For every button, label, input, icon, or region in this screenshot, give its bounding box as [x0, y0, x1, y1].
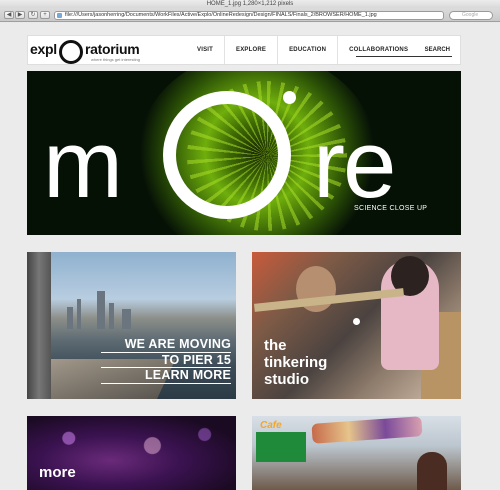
- hero-letter-m: m: [43, 111, 123, 218]
- site-search-button[interactable]: SEARCH: [425, 47, 450, 53]
- tinkering-studio-tile[interactable]: the tinkering studio: [252, 252, 461, 399]
- hero-o-ring-icon: [163, 91, 291, 219]
- nav-explore[interactable]: EXPLORE: [224, 36, 277, 64]
- tinkering-dot-icon: [353, 318, 360, 325]
- skyline-building: [67, 307, 73, 329]
- site-header: expl ratorium where things get interesti…: [27, 35, 461, 65]
- cafe-sign: Cafe: [260, 420, 282, 431]
- site-search-input[interactable]: SEARCH: [356, 47, 452, 57]
- exploratorium-logo[interactable]: expl ratorium where things get interesti…: [30, 40, 160, 64]
- skateboards-image: [311, 416, 423, 444]
- url-bar[interactable]: file:///Users/jasonherring/Documents/Wor…: [54, 11, 444, 20]
- after-dark-tile[interactable]: more: [27, 416, 236, 490]
- hero-subtitle: SCIENCE CLOSE UP: [354, 205, 428, 212]
- back-button[interactable]: ◀: [4, 11, 14, 19]
- person-image: [417, 452, 447, 490]
- forward-button[interactable]: ▶: [15, 11, 25, 19]
- nav-education[interactable]: EDUCATION: [277, 36, 337, 64]
- pier-structure-image: [27, 252, 51, 399]
- pier-tile-text: WE ARE MOVING TO PIER 15 LEARN MORE: [101, 337, 231, 384]
- party-tile-label: more: [39, 464, 76, 481]
- logo-tagline: where things get interesting: [91, 57, 140, 62]
- tinkering-tile-text: the tinkering studio: [264, 337, 327, 388]
- pier-15-tile[interactable]: WE ARE MOVING TO PIER 15 LEARN MORE: [27, 252, 236, 399]
- browser-search-input[interactable]: Google: [449, 11, 493, 20]
- skyline-building: [97, 291, 105, 329]
- skyline-building: [109, 303, 114, 329]
- url-text: file:///Users/jasonherring/Documents/Wor…: [65, 12, 377, 18]
- add-bookmark-button[interactable]: +: [40, 11, 50, 19]
- pier-line-2: TO PIER 15: [101, 353, 231, 368]
- web-page: expl ratorium where things get interesti…: [0, 23, 500, 490]
- hero-dot-icon: [283, 91, 296, 104]
- skyline-building: [122, 309, 131, 329]
- pier-line-3: LEARN MORE: [101, 368, 231, 384]
- file-icon: [57, 13, 62, 18]
- cafe-wall-image: [256, 432, 306, 462]
- pier-line-1: WE ARE MOVING: [101, 337, 231, 353]
- nav-visit[interactable]: VISIT: [186, 36, 224, 64]
- logo-text-left: expl: [30, 41, 57, 57]
- cafe-tile[interactable]: Cafe: [252, 416, 461, 490]
- reload-button[interactable]: ↻: [28, 11, 38, 19]
- window-title: HOME_1.jpg 1,280×1,212 pixels: [0, 0, 500, 8]
- tinkering-line-1: the: [264, 337, 287, 354]
- skyline-building: [77, 299, 81, 329]
- tinkering-line-2: tinkering: [264, 354, 328, 371]
- logo-text-right: ratorium: [85, 41, 140, 57]
- tinkering-line-3: studio: [264, 371, 309, 388]
- hero-letters-re: re: [313, 111, 396, 218]
- logo-ring-icon: [59, 40, 83, 64]
- hero-banner[interactable]: m re SCIENCE CLOSE UP: [27, 71, 461, 235]
- browser-toolbar: ◀ ▶ ↻ + file:///Users/jasonherring/Docum…: [0, 8, 500, 22]
